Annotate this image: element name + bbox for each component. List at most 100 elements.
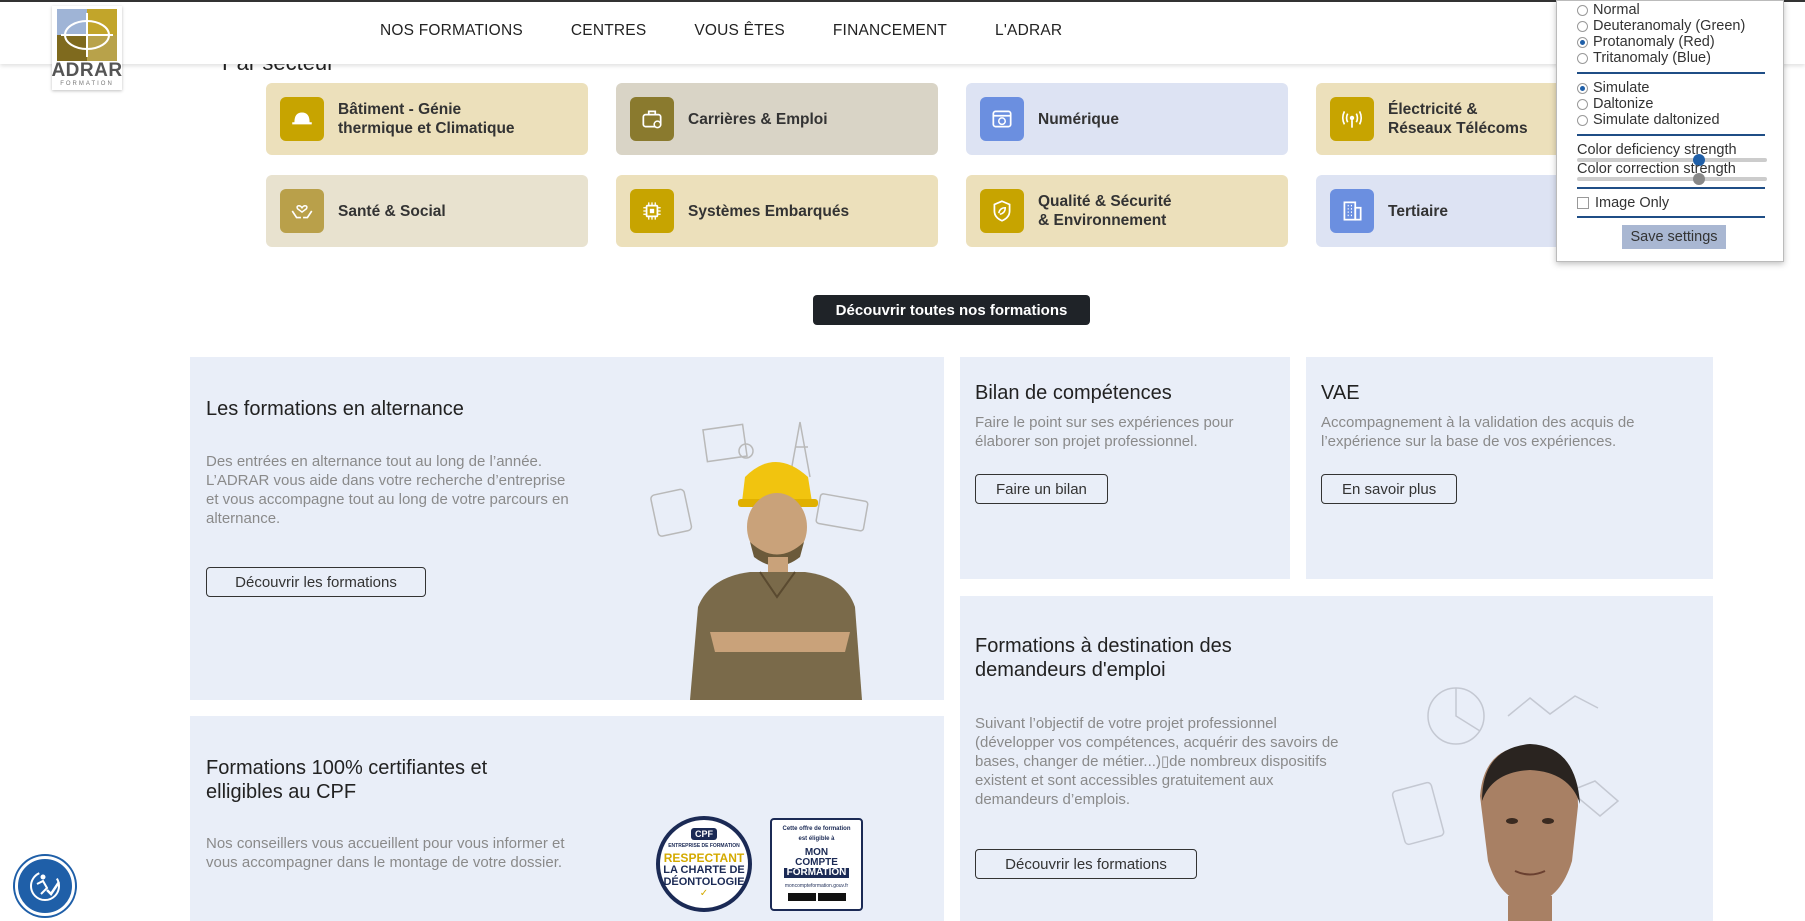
correction-strength-label: Color correction strength [1577, 161, 1736, 177]
sector-tile-label: Carrières & Emploi [688, 110, 828, 128]
alternance-text: Des entrées en alternance tout au long d… [206, 453, 569, 527]
cpf-charter-badge: CPF ENTREPRISE DE FORMATION RESPECTANT L… [656, 816, 752, 912]
demandeurs-text: Suivant l’objectif de votre projet profe… [975, 715, 1339, 808]
cpf-badge-charte: LA CHARTE DE [663, 864, 745, 876]
deficiency-mode-radio[interactable] [1577, 20, 1588, 32]
vae-text: Accompagnement à la validation des acqui… [1321, 414, 1635, 450]
nav-financement[interactable]: FINANCEMENT [833, 22, 947, 40]
logo-name: ADRAR [51, 60, 123, 81]
demandeurs-title: Formations à destination des demandeurs … [975, 635, 1232, 681]
panel-divider [1577, 134, 1765, 136]
deficiency-mode-option[interactable]: Normal [1577, 2, 1640, 18]
correction-strength-slider[interactable] [1577, 177, 1767, 181]
browser-icon [980, 97, 1024, 141]
accessibility-button[interactable] [15, 856, 75, 916]
sector-tile-label: Bâtiment - Génie thermique et Climatique [338, 101, 515, 137]
logo-subtitle: FORMATION [60, 81, 114, 87]
sector-tile[interactable]: Qualité & Sécurité & Environnement [966, 175, 1288, 247]
sector-tile-label: Santé & Social [338, 202, 446, 220]
deficiency-mode-radio[interactable] [1577, 36, 1588, 48]
chip-icon [630, 189, 674, 233]
sector-tile-label: Tertiaire [1388, 202, 1449, 220]
method-label: Simulate daltonized [1593, 112, 1720, 128]
cpf-text: Nos conseillers vous accueillent pour vo… [206, 835, 565, 871]
deficiency-mode-label: Protanomaly (Red) [1593, 34, 1715, 50]
discover-all-button[interactable]: Découvrir toutes nos formations [813, 295, 1090, 325]
demandeurs-card: Formations à destination des demandeurs … [960, 596, 1713, 921]
bilan-button[interactable]: Faire un bilan [975, 474, 1108, 504]
sector-tile[interactable]: Numérique [966, 83, 1288, 155]
check-icon: ✓ [699, 888, 709, 899]
nav-adrar[interactable]: L'ADRAR [995, 22, 1062, 40]
correction-slider-thumb[interactable] [1693, 173, 1705, 185]
vae-card: VAE Accompagnement à la validation des a… [1306, 357, 1713, 579]
adrar-logo[interactable]: ADRAR FORMATION [51, 6, 123, 90]
demandeurs-discover-button[interactable]: Découvrir les formations [975, 849, 1197, 879]
mcf-line-1: Cette offre de formation [782, 826, 851, 832]
method-label: Daltonize [1593, 96, 1654, 112]
nav-vous-etes[interactable]: VOUS ÊTES [694, 22, 785, 40]
mcf-formation: FORMATION [783, 868, 850, 878]
vae-button[interactable]: En savoir plus [1321, 474, 1458, 504]
building-icon [1330, 189, 1374, 233]
shield-leaf-icon [980, 189, 1024, 233]
deficiency-mode-option[interactable]: Deuteranomaly (Green) [1577, 18, 1745, 34]
briefcase-icon [630, 97, 674, 141]
cpf-card: Formations 100% certifiantes et elligibl… [190, 716, 944, 921]
deficiency-mode-option[interactable]: Protanomaly (Red) [1577, 34, 1715, 50]
bilan-title: Bilan de compétences [975, 382, 1172, 404]
vae-title: VAE [1321, 382, 1360, 404]
sector-tile-label: Systèmes Embarqués [688, 202, 850, 220]
panel-divider [1577, 216, 1765, 218]
mcf-url: moncompteformation.gouv.fr [784, 883, 849, 889]
sector-tile[interactable]: Bâtiment - Génie thermique et Climatique [266, 83, 588, 155]
sector-tile-label: Électricité & Réseaux Télécoms [1388, 101, 1528, 137]
man-portrait-illustration [1391, 687, 1620, 921]
sector-tile[interactable]: Systèmes Embarqués [616, 175, 938, 247]
bilan-card: Bilan de compétences Faire le point sur … [960, 357, 1290, 579]
deficiency-strength-label: Color deficiency strength [1577, 142, 1737, 158]
deficiency-mode-label: Normal [1593, 2, 1640, 18]
alternance-card: Les formations en alternance Des entrées… [190, 357, 944, 700]
sector-tile[interactable]: Carrières & Emploi [616, 83, 938, 155]
method-option[interactable]: Simulate [1577, 80, 1649, 96]
store-badges [787, 893, 846, 901]
deficiency-mode-radio[interactable] [1577, 52, 1588, 64]
method-radio[interactable] [1577, 82, 1588, 94]
deficiency-mode-option[interactable]: Tritanomaly (Blue) [1577, 50, 1711, 66]
deficiency-mode-radio[interactable] [1577, 4, 1588, 16]
deficiency-mode-label: Tritanomaly (Blue) [1593, 50, 1711, 66]
main-nav: NOS FORMATIONS CENTRES VOUS ÊTES FINANCE… [380, 22, 1110, 40]
image-only-checkbox[interactable] [1577, 197, 1589, 209]
site-header: NOS FORMATIONS CENTRES VOUS ÊTES FINANCE… [0, 0, 1805, 64]
alternance-title: Les formations en alternance [206, 398, 464, 420]
sector-tile[interactable]: Santé & Social [266, 175, 588, 247]
method-radio[interactable] [1577, 114, 1588, 126]
mon-compte-formation-badge: Cette offre de formation est éligible à … [770, 818, 863, 911]
cpf-badge-respectant: RESPECTANT [663, 851, 745, 865]
method-option[interactable]: Simulate daltonized [1577, 112, 1720, 128]
nav-nos-formations[interactable]: NOS FORMATIONS [380, 22, 523, 40]
method-label: Simulate [1593, 80, 1650, 96]
cpf-badge-tag: CPF [691, 828, 717, 840]
accessibility-check-icon [30, 871, 61, 901]
method-option[interactable]: Daltonize [1577, 96, 1653, 112]
cpf-title: Formations 100% certifiantes et elligibl… [206, 757, 488, 803]
color-filter-panel: Normal Deuteranomaly (Green) Protanomaly (… [1556, 0, 1784, 262]
panel-divider [1577, 187, 1765, 189]
logo-globe-icon [57, 9, 117, 61]
method-radio[interactable] [1577, 98, 1588, 110]
save-settings-button[interactable]: Save settings [1622, 225, 1726, 249]
nav-centres[interactable]: CENTRES [571, 22, 646, 40]
mcf-line-2: est éligible à [798, 836, 835, 842]
sector-tile-label: Numérique [1038, 110, 1119, 128]
care-hands-icon [280, 189, 324, 233]
sector-tile-label: Qualité & Sécurité & Environnement [1038, 193, 1172, 229]
antenna-icon [1330, 97, 1374, 141]
cpf-badge-deontologie: DÉONTOLOGIE [663, 876, 745, 888]
worker-illustration [650, 421, 869, 700]
alternance-discover-button[interactable]: Découvrir les formations [206, 567, 426, 597]
image-only-option[interactable]: Image Only [1577, 195, 1669, 211]
bilan-text: Faire le point sur ses expériences pour … [975, 414, 1234, 450]
panel-divider [1577, 72, 1765, 74]
